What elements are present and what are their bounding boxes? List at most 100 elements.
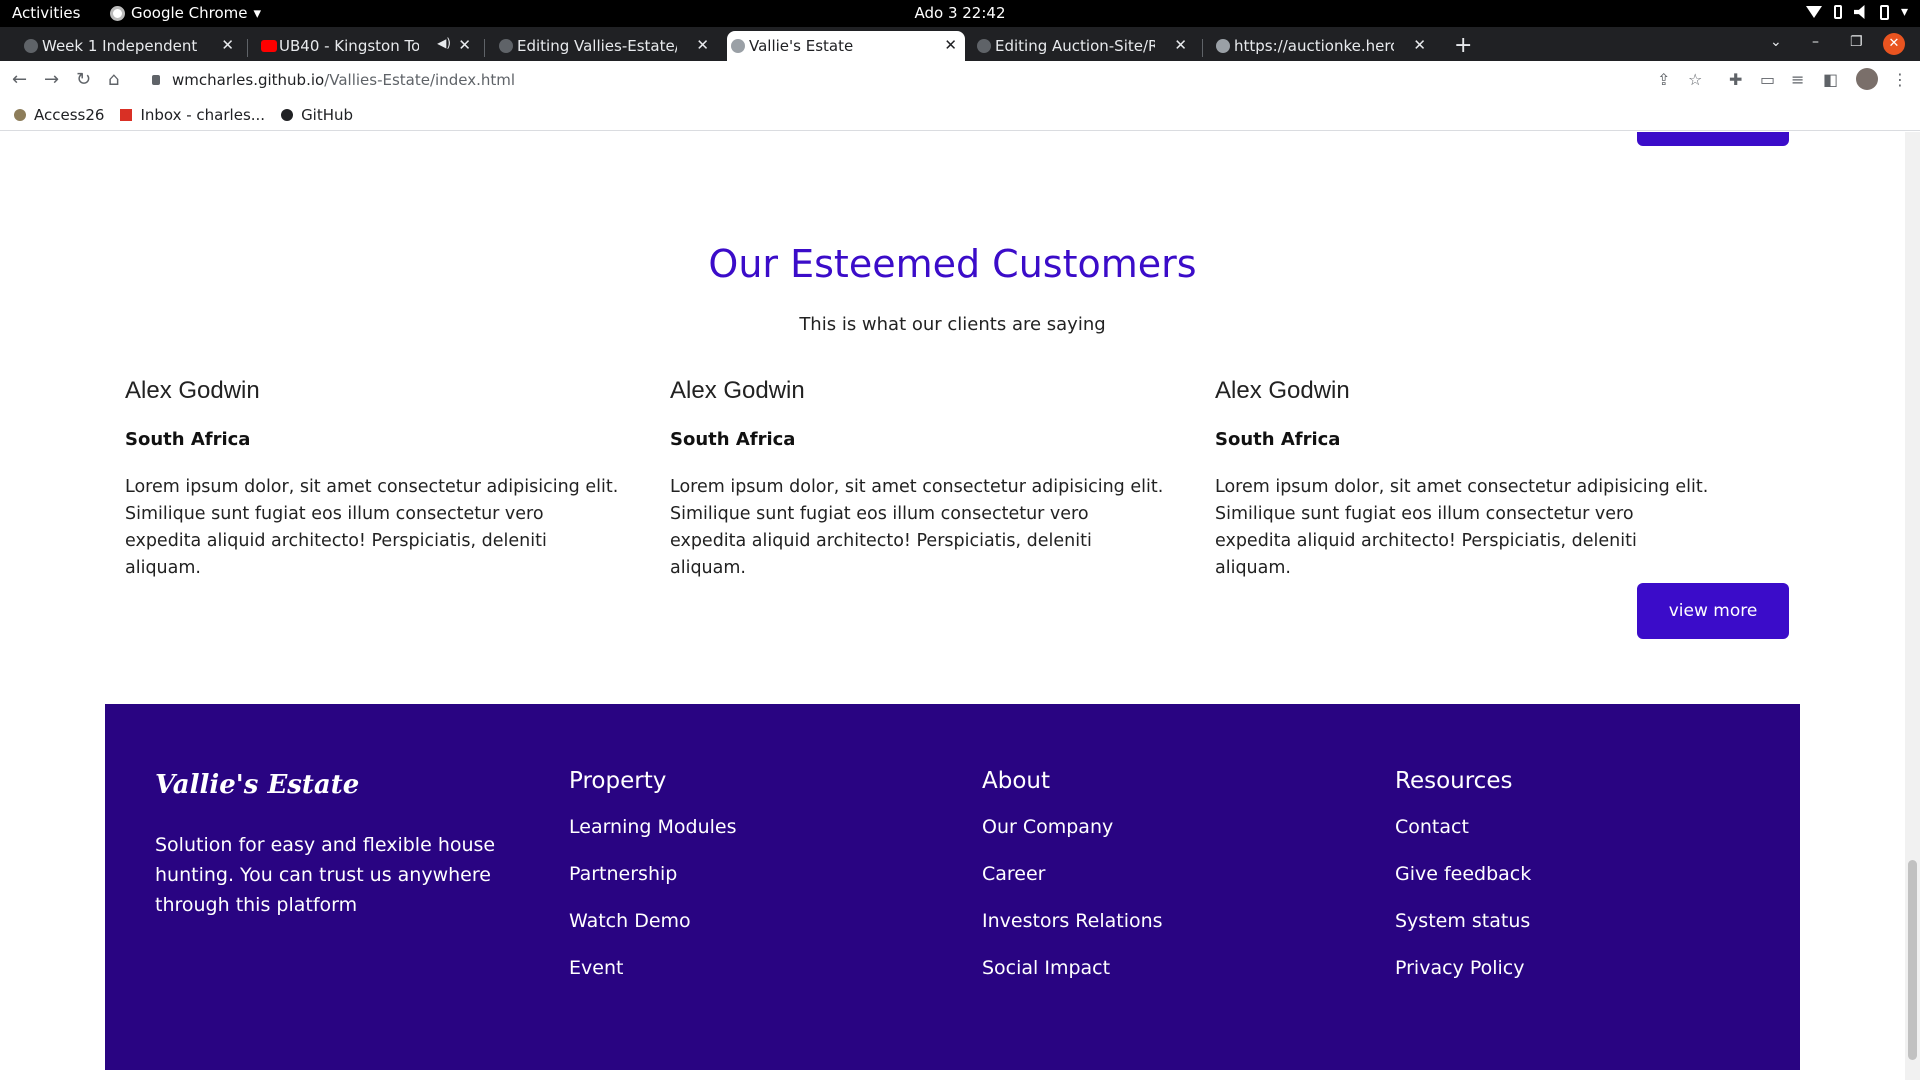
tab-title: Week 1 Independent Proj: [42, 37, 202, 55]
tab-week1[interactable]: Week 1 Independent Proj ✕: [20, 31, 242, 61]
tab-editing-auction[interactable]: Editing Auction-Site/REA ✕: [973, 31, 1195, 61]
customer-name: Alex Godwin: [1215, 377, 1350, 404]
new-tab-plus-icon[interactable]: +: [1454, 33, 1472, 58]
testimonial-text: Lorem ipsum dolor, sit amet consectetur …: [125, 477, 619, 578]
footer-column-about: About Our Company Career Investors Relat…: [982, 768, 1163, 1004]
volume-icon: [1853, 5, 1865, 19]
tab-editing-vallies[interactable]: Editing Vallies-Estate/RE ✕: [495, 31, 717, 61]
address-bar[interactable]: wmcharles.github.io/Vallies-Estate/index…: [140, 65, 1640, 95]
testimonial-card: Alex Godwin South Africa Lorem ipsum dol…: [125, 377, 625, 582]
close-icon[interactable]: ✕: [696, 36, 709, 54]
cast-icon[interactable]: ▭: [1760, 70, 1775, 89]
tab-separator: [247, 39, 248, 57]
testimonial-card: Alex Godwin South Africa Lorem ipsum dol…: [1215, 377, 1715, 582]
close-icon[interactable]: ✕: [944, 36, 957, 54]
github-favicon-icon: [499, 39, 513, 53]
footer-link[interactable]: Contact: [1395, 816, 1531, 838]
browser-toolbar: ← → ↻ ⌂ wmcharles.github.io/Vallies-Esta…: [0, 61, 1920, 99]
bookmarks-bar: Access26 Inbox - charles... GitHub: [0, 99, 1920, 131]
tab-title: https://auctionke.heroku: [1234, 37, 1394, 55]
close-icon[interactable]: ✕: [1174, 36, 1187, 54]
footer-link[interactable]: Investors Relations: [982, 910, 1163, 932]
footer-link[interactable]: Career: [982, 863, 1163, 885]
clock[interactable]: Ado 3 22:42: [0, 4, 1920, 22]
bluetooth-icon: [1833, 5, 1842, 19]
footer-tagline: Solution for easy and flexible house hun…: [155, 834, 496, 916]
tab-auctionke[interactable]: https://auctionke.heroku ✕: [1212, 31, 1434, 61]
window-close-icon[interactable]: ✕: [1883, 33, 1905, 55]
bookmark-star-icon[interactable]: ☆: [1688, 70, 1702, 89]
media-controls-icon[interactable]: ≡: [1791, 70, 1804, 89]
footer-link[interactable]: Partnership: [569, 863, 737, 885]
customer-country: South Africa: [670, 429, 796, 450]
wifi-icon: [1805, 6, 1822, 18]
battery-icon: [1879, 4, 1889, 20]
share-icon[interactable]: ⇪: [1657, 70, 1670, 89]
footer-link[interactable]: Privacy Policy: [1395, 957, 1531, 979]
tab-ub40[interactable]: UB40 - Kingston Town ◀) ✕: [257, 31, 479, 61]
forward-arrow-icon[interactable]: →: [44, 69, 59, 90]
scrollbar-thumb[interactable]: [1908, 860, 1917, 1060]
customer-country: South Africa: [125, 429, 251, 450]
footer-column-heading: About: [982, 768, 1051, 794]
kebab-menu-icon[interactable]: ⋮: [1892, 70, 1908, 89]
tab-strip: Week 1 Independent Proj ✕ UB40 - Kingsto…: [0, 27, 1920, 61]
side-panel-icon[interactable]: ◧: [1823, 70, 1838, 89]
tab-title: Editing Vallies-Estate/RE: [517, 37, 677, 55]
lock-icon[interactable]: [152, 75, 160, 85]
footer-link[interactable]: Watch Demo: [569, 910, 737, 932]
extensions-puzzle-icon[interactable]: ✚: [1729, 70, 1742, 89]
globe-favicon-icon: [731, 39, 745, 53]
audio-playing-icon[interactable]: ◀): [437, 36, 451, 50]
customer-name: Alex Godwin: [670, 377, 805, 404]
footer-link[interactable]: System status: [1395, 910, 1531, 932]
tab-vallies-estate[interactable]: Vallie's Estate ✕: [727, 31, 965, 61]
tab-separator: [484, 39, 485, 57]
tab-title: UB40 - Kingston Town: [279, 37, 419, 55]
activities-button[interactable]: Activities: [12, 4, 80, 22]
chrome-icon: [110, 5, 125, 21]
footer-link[interactable]: Event: [569, 957, 737, 979]
system-tray[interactable]: ▾: [1805, 4, 1908, 20]
bookmark-inbox[interactable]: Inbox - charles...: [120, 106, 265, 124]
customers-heading: Our Esteemed Customers: [708, 242, 1197, 286]
minimize-icon[interactable]: –: [1812, 34, 1819, 50]
tab-title: Vallie's Estate: [749, 37, 854, 55]
bookmark-label: Inbox - charles...: [140, 105, 266, 124]
customers-subheading: This is what our clients are saying: [799, 314, 1106, 335]
bookmark-label: Access26: [34, 105, 105, 124]
customer-name: Alex Godwin: [125, 377, 260, 404]
restore-icon[interactable]: ❐: [1850, 34, 1863, 50]
page-scrollbar[interactable]: [1905, 132, 1920, 1080]
testimonial-card: Alex Godwin South Africa Lorem ipsum dol…: [670, 377, 1170, 582]
caret-down-icon: ▾: [1900, 4, 1908, 20]
tab-title: Editing Auction-Site/REA: [995, 37, 1155, 55]
app-menu[interactable]: Google Chrome ▾: [110, 4, 261, 22]
bookmark-label: GitHub: [301, 105, 354, 124]
home-icon[interactable]: ⌂: [108, 69, 119, 90]
view-more-button[interactable]: view more: [1637, 583, 1789, 639]
back-arrow-icon[interactable]: ←: [12, 69, 27, 90]
youtube-favicon-icon: [261, 40, 277, 52]
close-icon[interactable]: ✕: [221, 36, 234, 54]
github-icon: [281, 108, 294, 121]
customer-country: South Africa: [1215, 429, 1341, 450]
reload-icon[interactable]: ↻: [76, 69, 91, 90]
footer-brand-logo[interactable]: Vallie's Estate: [155, 770, 359, 800]
url-path: /Vallies-Estate/index.html: [324, 71, 516, 89]
profile-avatar[interactable]: [1856, 68, 1878, 90]
system-top-bar: Activities Google Chrome ▾ Ado 3 22:42 ▾: [0, 0, 1920, 27]
footer-link[interactable]: Learning Modules: [569, 816, 737, 838]
close-icon[interactable]: ✕: [1413, 36, 1426, 54]
tab-separator: [1202, 39, 1203, 57]
footer-link[interactable]: Give feedback: [1395, 863, 1531, 885]
github-favicon-icon: [24, 39, 38, 53]
globe-favicon-icon: [1216, 39, 1230, 53]
bookmark-github[interactable]: GitHub: [281, 106, 353, 124]
footer-link[interactable]: Our Company: [982, 816, 1163, 838]
tab-search-chevron-icon[interactable]: ⌄: [1770, 34, 1782, 50]
close-icon[interactable]: ✕: [458, 36, 471, 54]
bookmark-access26[interactable]: Access26: [14, 106, 104, 124]
previous-view-more-button[interactable]: [1637, 132, 1789, 146]
footer-link[interactable]: Social Impact: [982, 957, 1163, 979]
